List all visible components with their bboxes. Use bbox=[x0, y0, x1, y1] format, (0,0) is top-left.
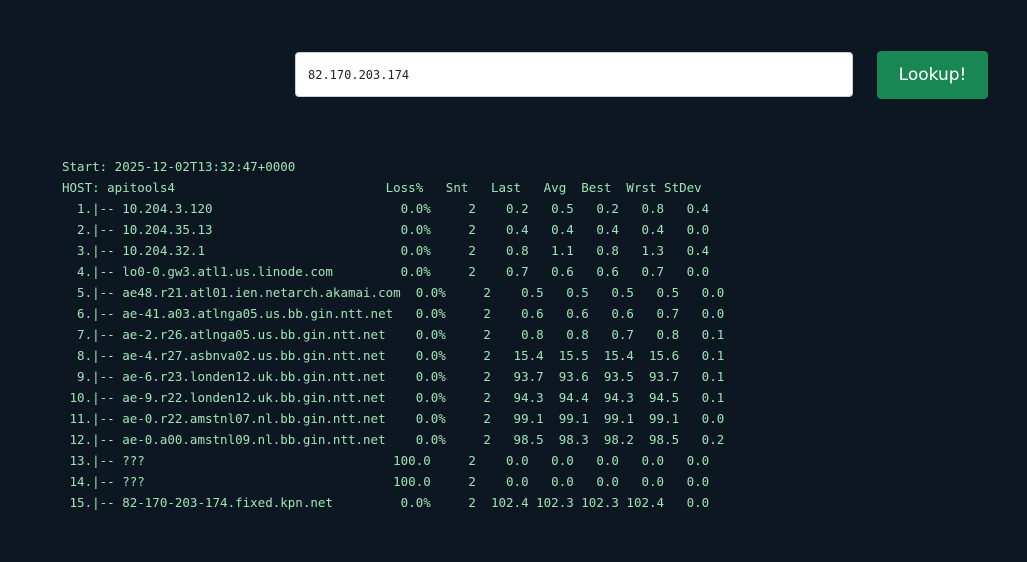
hop-row: 1.|-- 10.204.3.120 0.0% 2 0.2 0.5 0.2 0.… bbox=[62, 201, 710, 216]
lookup-button[interactable]: Lookup! bbox=[877, 51, 988, 99]
hop-row: 12.|-- ae-0.a00.amstnl09.nl.bb.gin.ntt.n… bbox=[62, 432, 725, 447]
mtr-report: Start: 2025-12-02T13:32:47+0000 HOST: api… bbox=[62, 156, 724, 513]
hop-row: 15.|-- 82-170-203-174.fixed.kpn.net 0.0%… bbox=[62, 495, 710, 510]
hop-row: 9.|-- ae-6.r23.londen12.uk.bb.gin.ntt.ne… bbox=[62, 369, 725, 384]
hop-row: 14.|-- ??? 100.0 2 0.0 0.0 0.0 0.0 0.0 bbox=[62, 474, 710, 489]
hop-row: 2.|-- 10.204.35.13 0.0% 2 0.4 0.4 0.4 0.… bbox=[62, 222, 710, 237]
hop-row: 3.|-- 10.204.32.1 0.0% 2 0.8 1.1 0.8 1.3… bbox=[62, 243, 710, 258]
report-start-line: Start: 2025-12-02T13:32:47+0000 bbox=[62, 159, 296, 174]
hop-row: 10.|-- ae-9.r22.londen12.uk.bb.gin.ntt.n… bbox=[62, 390, 725, 405]
hop-row: 11.|-- ae-0.r22.amstnl07.nl.bb.gin.ntt.n… bbox=[62, 411, 725, 426]
ip-lookup-input[interactable] bbox=[295, 52, 853, 97]
hop-row: 6.|-- ae-41.a03.atlnga05.us.bb.gin.ntt.n… bbox=[62, 306, 725, 321]
hop-row: 13.|-- ??? 100.0 2 0.0 0.0 0.0 0.0 0.0 bbox=[62, 453, 710, 468]
hop-row: 8.|-- ae-4.r27.asbnva02.us.bb.gin.ntt.ne… bbox=[62, 348, 725, 363]
hop-row: 4.|-- lo0-0.gw3.atl1.us.linode.com 0.0% … bbox=[62, 264, 710, 279]
hop-row: 5.|-- ae48.r21.atl01.ien.netarch.akamai.… bbox=[62, 285, 725, 300]
hop-row: 7.|-- ae-2.r26.atlnga05.us.bb.gin.ntt.ne… bbox=[62, 327, 725, 342]
report-header-line: HOST: apitools4 Loss% Snt Last Avg Best … bbox=[62, 180, 702, 195]
